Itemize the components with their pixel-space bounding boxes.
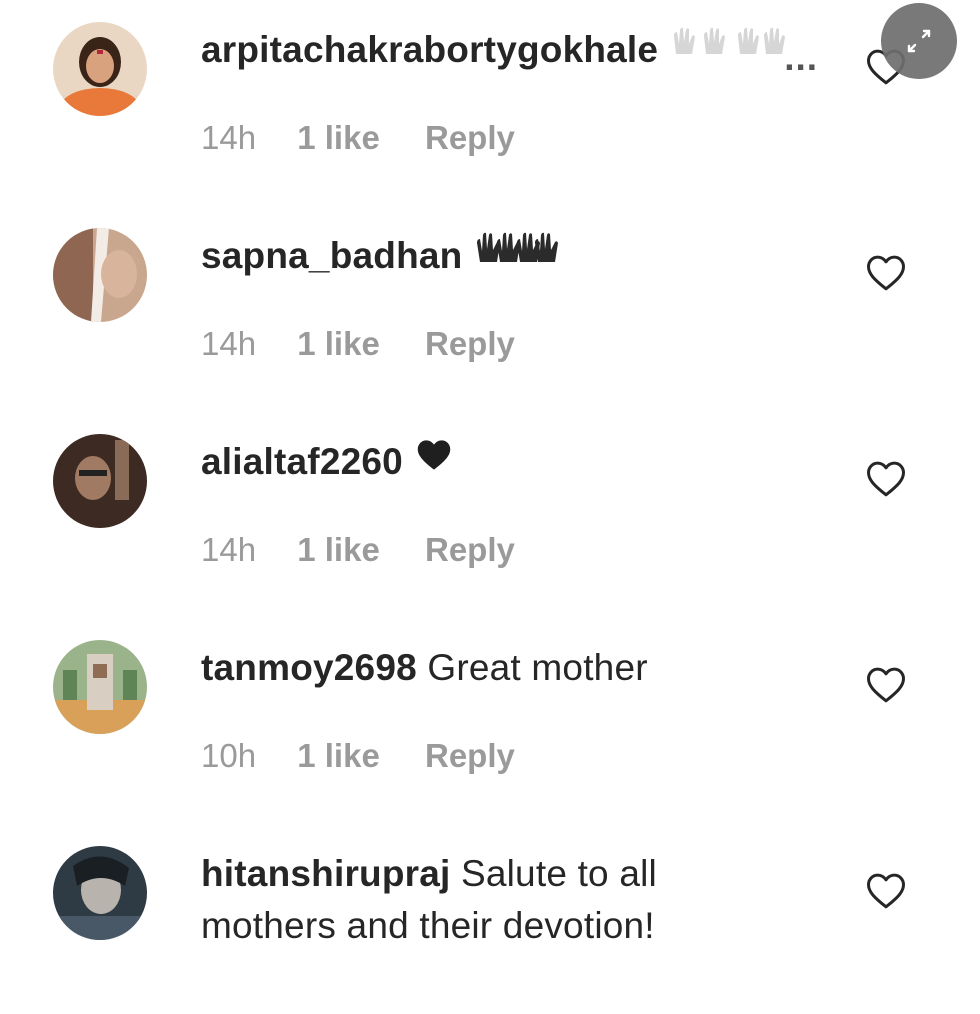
comment-body: sapna_badhan — [201, 230, 841, 284]
comment-meta: 14h 1 like Reply — [201, 530, 515, 570]
comment-body: alialtaf2260 — [201, 436, 841, 490]
heart-outline-icon — [867, 667, 905, 703]
like-button[interactable] — [866, 666, 906, 704]
like-button[interactable] — [866, 460, 906, 498]
comment-item: arpitachakrabortygokhale ... 14h 1 like … — [0, 0, 980, 190]
comment-likes[interactable]: 1 like — [297, 118, 380, 158]
avatar-image — [53, 22, 147, 116]
comment-likes[interactable]: 1 like — [297, 530, 380, 570]
comment-body: arpitachakrabortygokhale ... — [201, 24, 841, 78]
comment-time[interactable]: 10h — [201, 736, 256, 776]
comment-item: tanmoy2698 Great mother 10h 1 like Reply — [0, 618, 980, 808]
comment-time[interactable]: 14h — [201, 530, 256, 570]
comment-item: alialtaf2260 14h 1 like Reply — [0, 412, 980, 602]
reply-button[interactable]: Reply — [425, 530, 515, 570]
avatar-image — [53, 846, 147, 940]
reply-button[interactable]: Reply — [425, 118, 515, 158]
heart-outline-icon — [867, 255, 905, 291]
avatar[interactable] — [53, 846, 147, 940]
comment-username[interactable]: tanmoy2698 — [201, 647, 417, 688]
raised-hands-emoji — [474, 228, 559, 280]
comment-time[interactable]: 14h — [201, 324, 256, 364]
like-button[interactable] — [866, 872, 906, 910]
avatar[interactable] — [53, 434, 147, 528]
reply-button[interactable]: Reply — [425, 736, 515, 776]
comment-text: Great mother — [427, 647, 648, 688]
comment-item: sapna_badhan 14h 1 like Reply — [0, 206, 980, 396]
comment-time[interactable]: 14h — [201, 118, 256, 158]
avatar-image — [53, 640, 147, 734]
comment-meta: 14h 1 like Reply — [201, 118, 515, 158]
comment-meta: 10h 1 like Reply — [201, 736, 515, 776]
comment-username[interactable]: alialtaf2260 — [201, 441, 403, 482]
comment-likes[interactable]: 1 like — [297, 324, 380, 364]
comment-username[interactable]: sapna_badhan — [201, 235, 462, 276]
avatar[interactable] — [53, 228, 147, 322]
raised-hands-emoji — [670, 22, 790, 74]
black-heart-emoji — [415, 434, 453, 486]
avatar-image — [53, 434, 147, 528]
reply-button[interactable]: Reply — [425, 324, 515, 364]
avatar[interactable] — [53, 22, 147, 116]
comment-username[interactable]: arpitachakrabortygokhale — [201, 29, 658, 70]
expand-button[interactable] — [881, 3, 957, 79]
avatar[interactable] — [53, 640, 147, 734]
comment-body: hitanshirupraj Salute to all mothers and… — [201, 848, 761, 952]
heart-outline-icon — [867, 461, 905, 497]
comment-meta: 14h 1 like Reply — [201, 324, 515, 364]
like-button[interactable] — [866, 254, 906, 292]
expand-arrows-icon — [907, 29, 931, 53]
truncation-ellipsis[interactable]: ... — [784, 32, 818, 84]
comments-list: arpitachakrabortygokhale ... 14h 1 like … — [0, 0, 980, 997]
avatar-image — [53, 228, 147, 322]
comment-username[interactable]: hitanshirupraj — [201, 853, 451, 894]
heart-outline-icon — [867, 873, 905, 909]
comment-item: hitanshirupraj Salute to all mothers and… — [0, 824, 980, 1014]
comment-body: tanmoy2698 Great mother — [201, 642, 841, 694]
comment-likes[interactable]: 1 like — [297, 736, 380, 776]
